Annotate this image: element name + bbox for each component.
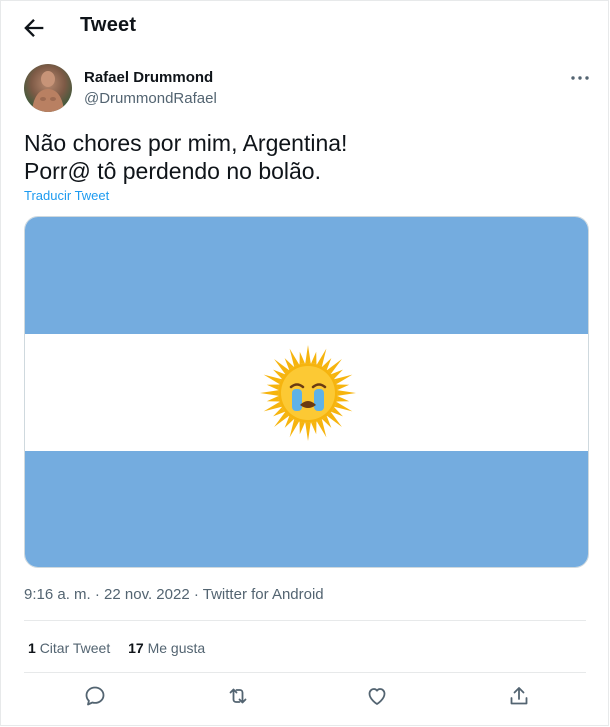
header: Tweet (0, 0, 610, 53)
sun-ray (263, 401, 282, 412)
more-icon[interactable] (568, 68, 592, 88)
tweet-media[interactable] (24, 216, 589, 568)
flag-stripe-top (25, 217, 588, 334)
sun-ray (336, 384, 350, 390)
sun-ray (299, 351, 305, 365)
sun-ray (334, 374, 353, 385)
tweet-source: Twitter for Android (202, 586, 324, 603)
tweet-line: Porr@ tô perdendo no bolão. (24, 158, 321, 184)
reply-icon[interactable] (83, 684, 107, 708)
tweet-stats: 1 Citar Tweet 17 Me gusta (28, 640, 219, 656)
flag-stripe-bottom (25, 451, 588, 567)
sun-ray (299, 421, 305, 435)
sun-ray (316, 348, 327, 367)
author-handle[interactable]: @DrummondRafael (84, 90, 217, 107)
sun-ray (266, 396, 280, 402)
quote-tweets-stat[interactable]: 1 Citar Tweet (28, 640, 110, 656)
like-count: 17 (128, 640, 144, 656)
sun-ray (305, 422, 311, 441)
like-icon[interactable] (365, 684, 389, 708)
sun-ray (260, 390, 279, 396)
quote-count: 1 (28, 640, 36, 656)
translate-link[interactable]: Traducir Tweet (24, 188, 109, 203)
sun-ray (266, 384, 280, 390)
sun-ray (316, 419, 327, 438)
tweet-meta: 9:16 a. m. · 22 nov. 2022 · Twitter for … (24, 586, 324, 603)
meta-separator: · (193, 586, 199, 603)
sun-ray (263, 374, 282, 385)
sun-ray (289, 348, 300, 367)
like-label: Me gusta (147, 640, 206, 656)
share-icon[interactable] (507, 684, 531, 708)
sun-ray (305, 345, 311, 364)
tweet-line: Não chores por mim, Argentina! (24, 130, 348, 156)
back-arrow-icon[interactable] (20, 14, 48, 42)
meta-separator: · (94, 586, 100, 603)
tweet-date[interactable]: 22 nov. 2022 (104, 586, 190, 603)
quote-label: Citar Tweet (39, 640, 111, 656)
likes-stat[interactable]: 17 Me gusta (128, 640, 205, 656)
page-title: Tweet (80, 14, 137, 36)
tweet-time[interactable]: 9:16 a. m. (24, 586, 91, 603)
avatar[interactable] (24, 64, 72, 112)
sun-ray (311, 351, 317, 365)
sun-ray (337, 390, 356, 396)
retweet-icon[interactable] (226, 684, 250, 708)
sun-ray (336, 396, 350, 402)
sun-ray (311, 421, 317, 435)
sun-ray (289, 419, 300, 438)
sun-ray (334, 401, 353, 412)
avatar-image (32, 71, 64, 112)
crying-sun-emoji (260, 345, 356, 441)
author-name[interactable]: Rafael Drummond (84, 69, 213, 86)
divider (24, 672, 586, 673)
tweet-text: Não chores por mim, Argentina! Porr@ tô … (24, 129, 347, 185)
divider (24, 620, 586, 621)
